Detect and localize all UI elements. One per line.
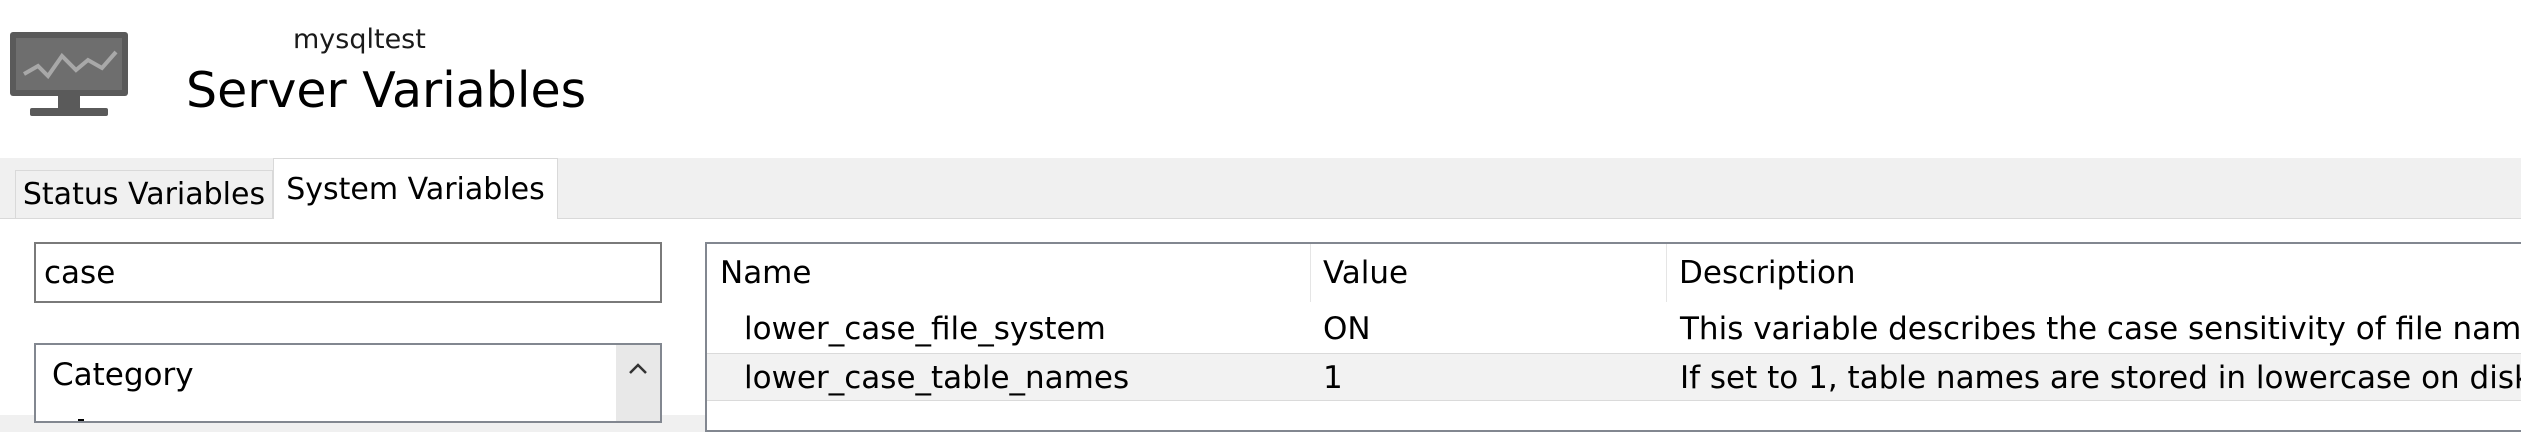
server-name: mysqltest xyxy=(293,24,426,55)
tab-status-variables[interactable]: Status Variables xyxy=(15,170,273,218)
scroll-up-arrow-icon[interactable] xyxy=(616,345,660,391)
variable-description: This variable describes the case sensiti… xyxy=(1680,311,2521,347)
variable-name: lower_case_table_names xyxy=(744,360,1130,396)
monitor-icon xyxy=(10,32,128,116)
table-row[interactable]: lower_case_file_system ON This variable … xyxy=(707,305,2521,353)
column-header-name[interactable]: Name xyxy=(720,244,811,302)
category-item-partial[interactable] xyxy=(64,401,144,421)
category-header: Category xyxy=(52,357,194,393)
variables-table[interactable]: Name Value Description lower_case_file_s… xyxy=(705,242,2521,432)
filter-input[interactable] xyxy=(34,242,662,303)
category-scrollbar[interactable] xyxy=(616,345,660,421)
variable-description: If set to 1, table names are stored in l… xyxy=(1680,360,2521,396)
table-row[interactable]: lower_case_table_names 1 If set to 1, ta… xyxy=(707,353,2521,401)
page-title: Server Variables xyxy=(186,62,587,119)
column-header-description[interactable]: Description xyxy=(1679,244,1856,302)
column-divider[interactable] xyxy=(1666,244,1667,302)
category-list[interactable]: Category xyxy=(34,343,662,423)
page-header: mysqltest Server Variables xyxy=(0,0,2521,158)
variable-name: lower_case_file_system xyxy=(744,311,1106,347)
variable-value: 1 xyxy=(1323,360,1343,396)
variable-value: ON xyxy=(1323,311,1371,347)
tab-system-variables[interactable]: System Variables xyxy=(273,158,558,219)
column-header-value[interactable]: Value xyxy=(1323,244,1408,302)
column-divider[interactable] xyxy=(1310,244,1311,302)
